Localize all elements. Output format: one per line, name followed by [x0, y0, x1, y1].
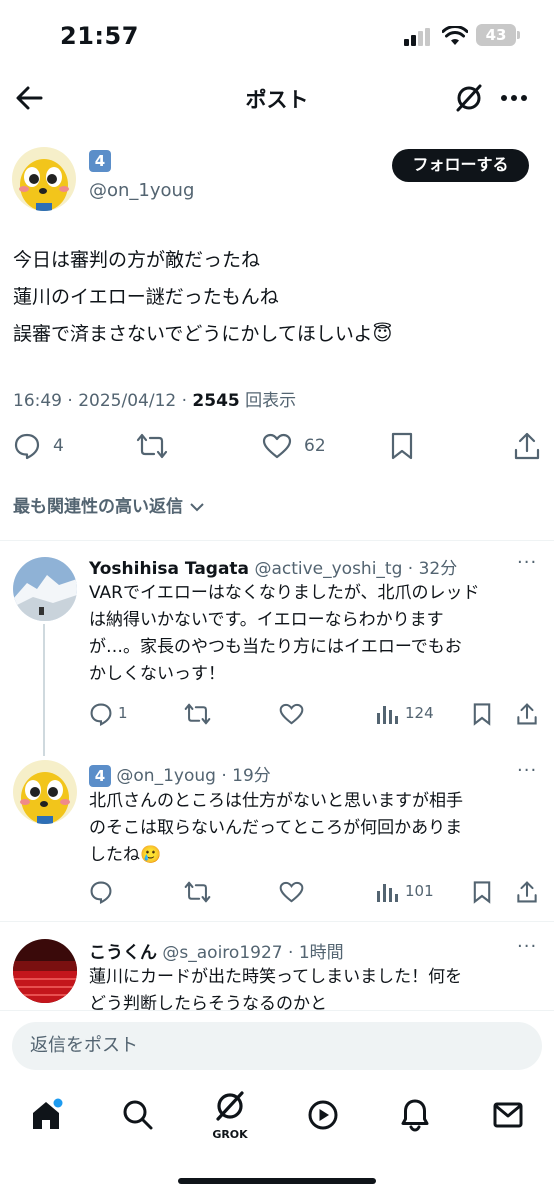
avatar[interactable]: [13, 557, 77, 621]
like-icon[interactable]: [279, 881, 304, 903]
view-count: 2545: [192, 391, 240, 411]
like-icon[interactable]: [279, 703, 304, 725]
sort-label: 最も関連性の高い返信: [13, 497, 183, 517]
divider: [0, 921, 554, 922]
share-icon[interactable]: [516, 702, 538, 726]
grok-icon[interactable]: [453, 82, 485, 114]
post-date: 2025/04/12: [78, 391, 177, 411]
like-icon[interactable]: [262, 433, 292, 459]
reply-header: こうくん @s_aoiro1927 · 1時間: [89, 943, 344, 963]
follow-button[interactable]: フォローする: [392, 149, 529, 182]
reply-author-handle[interactable]: @on_1youg: [116, 766, 216, 786]
repost-icon[interactable]: [184, 880, 211, 904]
reply-text-line: が…。家長のやつも当たり方にはイエローでもお: [89, 637, 462, 657]
wifi-icon: [442, 26, 468, 46]
reply-text-line: 北爪さんのところは仕方がないと思いますが相手: [89, 791, 463, 811]
battery-nub: [517, 31, 520, 39]
reply-icon[interactable]: [89, 880, 113, 904]
search-icon[interactable]: [122, 1099, 154, 1131]
reply-text-line: したね🥲: [89, 842, 161, 869]
views-count: 101: [405, 882, 434, 900]
reply-more-icon[interactable]: ···: [517, 760, 537, 781]
views-icon[interactable]: [376, 882, 398, 902]
reply-author-handle[interactable]: @s_aoiro1927: [162, 943, 282, 963]
reply-text-line: VARでイエローはなくなりましたが、北爪のレッド: [89, 583, 480, 603]
grok-label: GROK: [212, 1128, 248, 1141]
avatar[interactable]: [12, 147, 76, 211]
views-count: 124: [405, 704, 434, 722]
reply-count: 1: [118, 704, 128, 722]
reply-more-icon[interactable]: ···: [517, 552, 537, 573]
thread-line: [43, 624, 45, 756]
post-meta: 16:49 · 2025/04/12 · 2545 回表示: [13, 391, 297, 411]
bookmark-icon[interactable]: [472, 702, 492, 726]
avatar[interactable]: [13, 939, 77, 1003]
reply-input[interactable]: 返信をポスト: [12, 1022, 542, 1070]
views-icon[interactable]: [376, 704, 398, 724]
teary-emoji: 🥲: [140, 845, 162, 865]
author-badge: 4: [89, 765, 111, 787]
reply-author-name[interactable]: Yoshihisa Tagata: [89, 559, 249, 579]
notifications-icon[interactable]: [400, 1098, 430, 1132]
divider: [0, 1010, 554, 1011]
reply-more-icon[interactable]: ···: [517, 936, 537, 957]
bookmark-icon[interactable]: [472, 880, 492, 904]
repost-icon[interactable]: [184, 702, 211, 726]
reply-author-handle[interactable]: @active_yoshi_tg: [254, 559, 402, 579]
reply-header: Yoshihisa Tagata @active_yoshi_tg · 32分: [89, 559, 458, 579]
post-text-line: 今日は審判の方が敵だったね: [13, 249, 261, 271]
post-text: 誤審で済まさないでどうにかしてほしいよ: [13, 323, 373, 345]
grok-nav-icon[interactable]: [212, 1090, 248, 1124]
reply-icon[interactable]: [13, 432, 41, 460]
status-time: 21:57: [60, 22, 139, 50]
chevron-down-icon: [189, 501, 205, 513]
reply-icon[interactable]: [89, 702, 113, 726]
author-badge-wrap: 4: [89, 150, 111, 172]
signal-icon: [404, 28, 432, 46]
halo-emoji: 😇: [372, 323, 393, 345]
views-label: 回表示: [245, 391, 297, 411]
reply-text-line: 蓮川にカードが出た時笑ってしまいました！何を: [89, 967, 463, 987]
avatar[interactable]: [13, 760, 77, 824]
reply-header: 4 @on_1youg · 19分: [89, 761, 271, 787]
reply-time: 19分: [232, 766, 271, 786]
divider: [0, 540, 554, 541]
video-icon[interactable]: [307, 1099, 339, 1131]
reply-time: 32分: [418, 559, 458, 579]
sort-dropdown[interactable]: 最も関連性の高い返信: [13, 492, 205, 517]
messages-icon[interactable]: [493, 1101, 523, 1129]
post-time: 16:49: [13, 391, 62, 411]
reply-text: したね: [89, 845, 140, 865]
reply-text-line: は納得いかないです。イエローならわかります: [89, 610, 444, 630]
bookmark-icon[interactable]: [390, 431, 414, 461]
battery-indicator: 43: [476, 24, 516, 46]
share-icon[interactable]: [513, 431, 541, 461]
reply-author-name[interactable]: こうくん: [89, 943, 157, 963]
more-options-icon[interactable]: [500, 94, 528, 102]
author-badge: 4: [89, 150, 111, 172]
reply-count: 4: [53, 436, 64, 456]
like-count: 62: [304, 436, 326, 456]
post-text-line: 蓮川のイエロー謎だったもんね: [13, 286, 279, 308]
reply-text-line: のそこは取らないんだってところが何回かありま: [89, 818, 463, 838]
post-text-line: 誤審で済まさないでどうにかしてほしいよ😇: [13, 320, 392, 349]
home-icon[interactable]: [30, 1098, 64, 1132]
author-handle[interactable]: @on_1youg: [89, 180, 194, 201]
reply-time: 1時間: [298, 943, 344, 963]
reply-text-line: かしくないっす！: [89, 664, 225, 684]
share-icon[interactable]: [516, 880, 538, 904]
repost-icon[interactable]: [136, 432, 168, 460]
home-indicator: [178, 1178, 376, 1184]
